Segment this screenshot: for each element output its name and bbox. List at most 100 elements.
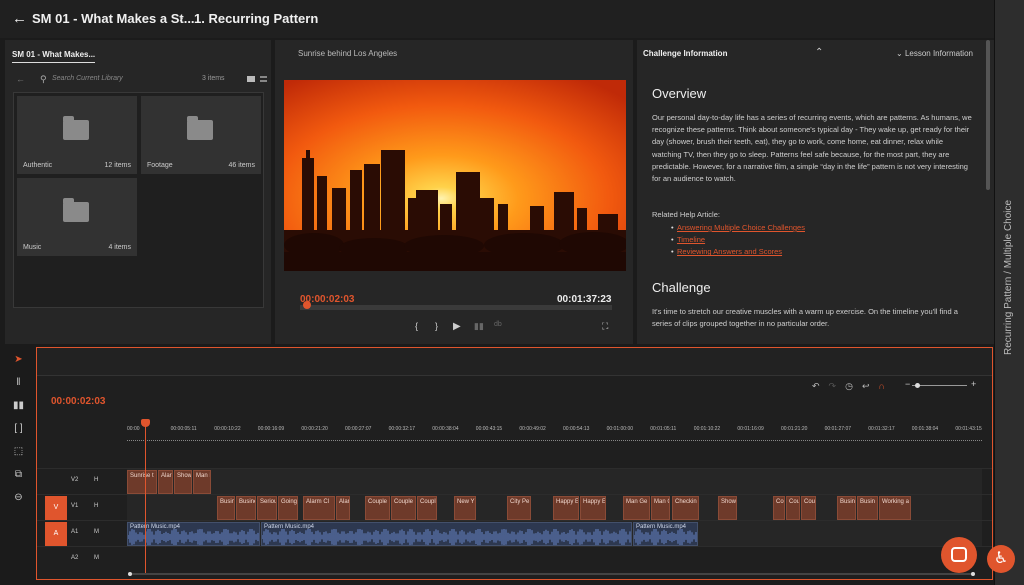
blade-tool-icon[interactable]: ▮▮ xyxy=(12,399,25,412)
track-lane-v2[interactable]: Sunrise t Alar Show Man I xyxy=(127,469,982,495)
chat-button[interactable] xyxy=(941,537,977,573)
fullscreen-button[interactable]: ⛶ xyxy=(602,321,608,332)
back-arrow-icon[interactable]: ← xyxy=(16,74,25,84)
video-clip[interactable]: Happy E xyxy=(580,496,606,520)
folder-footage[interactable]: Footage 46 items xyxy=(141,96,261,174)
video-clip[interactable]: Man Ge xyxy=(651,496,670,520)
folder-authentic[interactable]: Authentic 12 items xyxy=(17,96,137,174)
collapse-chevron-icon[interactable]: ⌃ xyxy=(815,47,823,58)
undo-icon[interactable]: ↶ xyxy=(812,381,820,392)
video-clip[interactable]: Sunrise t xyxy=(127,470,157,494)
course-title[interactable]: SM 01 - What Makes a St... xyxy=(32,11,195,26)
track-mute-button[interactable]: M xyxy=(94,555,99,561)
audio-clip[interactable]: Pattern Music.mp4 xyxy=(127,522,260,546)
video-clip[interactable]: Alarm Cl xyxy=(303,496,335,520)
history-icon[interactable]: ◷ xyxy=(845,381,853,392)
zoom-out-icon[interactable]: − xyxy=(905,379,910,389)
ruler-line xyxy=(127,438,982,441)
ruler-tick-label: 00:00:43:15 xyxy=(475,426,503,432)
video-clip[interactable]: Cou xyxy=(786,496,800,520)
zoom-slider[interactable] xyxy=(912,383,967,388)
play-button[interactable]: ▶ xyxy=(453,321,461,332)
track-hide-button[interactable]: H xyxy=(94,477,98,483)
viewer-duration: 00:01:37:23 xyxy=(557,294,612,305)
right-side-strip[interactable]: Recurring Pattern / Multiple Choice xyxy=(994,0,1024,585)
video-clip[interactable]: Man Ge xyxy=(623,496,650,520)
search-input[interactable]: Search Current Library xyxy=(52,75,123,82)
video-clip[interactable]: Man I xyxy=(193,470,211,494)
video-clip[interactable]: Show xyxy=(718,496,737,520)
video-clip[interactable]: City Pe xyxy=(507,496,531,520)
select-tool-icon[interactable]: ➤ xyxy=(12,353,25,366)
video-clip[interactable]: Busin xyxy=(837,496,856,520)
track-a2: A2 M xyxy=(37,546,992,573)
info-scrollbar[interactable] xyxy=(986,40,990,190)
video-clip[interactable]: New Y xyxy=(454,496,476,520)
reply-icon[interactable]: ↩ xyxy=(862,381,870,392)
video-clip[interactable]: Co xyxy=(773,496,785,520)
top-bar: ← SM 01 - What Makes a St... › 1. Recurr… xyxy=(0,0,994,38)
video-clip[interactable]: Alar xyxy=(336,496,350,520)
trim-tool-icon[interactable]: ‖ xyxy=(12,376,25,389)
redo-icon[interactable]: ↷ xyxy=(829,381,837,392)
help-link[interactable]: Reviewing Answers and Scores xyxy=(671,246,805,258)
library-search-bar: ← ⚲ Search Current Library 3 items xyxy=(10,70,267,90)
insert-tool-icon[interactable]: ⧉ xyxy=(12,468,25,481)
track-source-toggle[interactable] xyxy=(45,548,67,572)
zoom-slider-handle[interactable] xyxy=(915,383,920,388)
help-link[interactable]: Answering Multiple Choice Challenges xyxy=(671,222,805,234)
video-clip[interactable]: Couple xyxy=(365,496,390,520)
video-clip[interactable]: Couple xyxy=(391,496,416,520)
back-arrow-icon[interactable]: ← xyxy=(12,10,27,27)
video-clip[interactable]: Busine xyxy=(236,496,256,520)
grid-view-icon[interactable] xyxy=(247,76,255,82)
zoom-out-tool-icon[interactable]: ⊖ xyxy=(12,491,25,504)
clip-label: City Pe xyxy=(510,499,530,505)
mark-in-button[interactable]: { xyxy=(415,321,418,331)
track-lane-a1[interactable]: Pattern Music.mp4 Pattern Music.mp4 Patter… xyxy=(127,521,982,547)
list-view-icon[interactable] xyxy=(260,76,267,82)
clip-label: New Y xyxy=(457,499,475,505)
library-tab[interactable]: SM 01 - What Makes... xyxy=(12,50,96,63)
video-clip[interactable]: Working a xyxy=(879,496,911,520)
timeline-scrollbar[interactable] xyxy=(128,572,975,576)
slip-tool-icon[interactable]: [ ] xyxy=(12,422,25,435)
tab-lesson-label: Lesson Information xyxy=(904,49,973,58)
accessibility-button[interactable]: ♿ xyxy=(987,545,1015,573)
help-link[interactable]: Timeline xyxy=(671,234,805,246)
video-clip[interactable]: Checkin xyxy=(672,496,699,520)
timeline-playhead[interactable] xyxy=(141,419,150,574)
video-clip[interactable]: Alar xyxy=(158,470,173,494)
track-source-toggle[interactable]: V xyxy=(45,496,67,520)
audio-clip[interactable]: Pattern Music.mp4 xyxy=(633,522,698,546)
track-mute-button[interactable]: M xyxy=(94,529,99,535)
track-lane-v1[interactable]: Busin Busine Seriou Going Alarm Cl Alar Couple… xyxy=(127,495,982,521)
track-hide-button[interactable]: H xyxy=(94,503,98,509)
decibel-icon[interactable]: db xyxy=(494,321,502,328)
video-clip[interactable]: Busin xyxy=(857,496,878,520)
video-clip[interactable]: Seriou xyxy=(257,496,277,520)
mark-out-button[interactable]: } xyxy=(435,321,438,331)
scrubber-handle[interactable] xyxy=(303,301,311,309)
video-clip[interactable]: Going xyxy=(278,496,298,520)
video-clip[interactable]: Happy E xyxy=(553,496,579,520)
tab-lesson-information[interactable]: ⌄ Lesson Information xyxy=(896,49,973,58)
video-clip[interactable]: Show xyxy=(174,470,192,494)
track-source-toggle[interactable]: A xyxy=(45,522,67,546)
video-frame[interactable] xyxy=(284,80,626,271)
snap-magnet-icon[interactable]: ∩ xyxy=(879,381,885,391)
tab-challenge-information[interactable]: Challenge Information xyxy=(643,49,727,58)
video-clip[interactable]: Coupl xyxy=(417,496,437,520)
viewer-scrubber[interactable] xyxy=(300,301,612,310)
track-a1: A A1 M Pattern Music.mp4 Pattern Music.mp… xyxy=(37,520,992,547)
track-lane-a2[interactable] xyxy=(127,547,982,573)
challenge-info-panel: Challenge Information ⌃ ⌄ Lesson Informa… xyxy=(637,40,994,344)
audio-clip[interactable]: Pattern Music.mp4 xyxy=(261,522,632,546)
video-clip[interactable]: Coup xyxy=(801,496,816,520)
range-tool-icon[interactable]: ⬚ xyxy=(12,445,25,458)
folder-music[interactable]: Music 4 items xyxy=(17,178,137,256)
video-clip[interactable]: Busin xyxy=(217,496,235,520)
overwrite-icon[interactable]: ▮▮ xyxy=(474,321,484,332)
zoom-in-icon[interactable]: + xyxy=(971,379,976,389)
track-source-toggle[interactable] xyxy=(45,470,67,494)
